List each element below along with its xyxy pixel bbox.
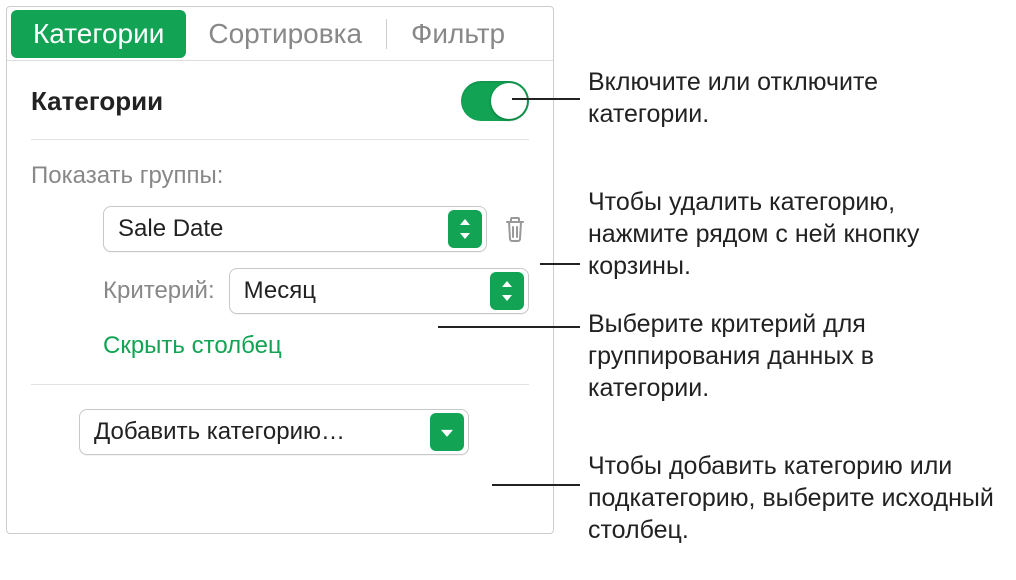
- criterion-label: Критерий:: [103, 277, 215, 305]
- group-select-row: Sale Date: [31, 206, 529, 252]
- criterion-value: Месяц: [244, 277, 316, 305]
- criterion-row: Критерий: Месяц: [103, 268, 529, 314]
- tab-categories[interactable]: Категории: [11, 10, 186, 58]
- callout-toggle: Включите или отключите категории.: [588, 66, 988, 130]
- group-field-value: Sale Date: [118, 215, 223, 243]
- tab-separator: [386, 19, 387, 49]
- categories-section: Категории Показать группы: Sale Date Кри…: [7, 61, 553, 384]
- divider: [31, 384, 529, 385]
- tabs: Категории Сортировка Фильтр: [7, 7, 553, 61]
- callout-line: [512, 98, 580, 100]
- toggle-knob: [491, 83, 527, 119]
- callout-add: Чтобы добавить категорию или подкатегори…: [588, 450, 1008, 546]
- categories-toggle[interactable]: [461, 81, 529, 121]
- callout-criterion: Выберите критерий для группирования данн…: [588, 308, 998, 404]
- section-header: Категории: [31, 81, 529, 140]
- inspector-panel: Категории Сортировка Фильтр Категории По…: [6, 6, 554, 534]
- stepper-icon: [490, 272, 524, 310]
- delete-category-button[interactable]: [501, 213, 529, 245]
- section-title: Категории: [31, 86, 163, 117]
- callout-delete: Чтобы удалить категорию, нажмите рядом с…: [588, 186, 998, 282]
- callout-line: [540, 263, 580, 265]
- trash-icon: [503, 215, 527, 243]
- tab-sort[interactable]: Сортировка: [186, 10, 384, 58]
- criterion-select[interactable]: Месяц: [229, 268, 529, 314]
- show-groups-label: Показать группы:: [31, 162, 529, 190]
- callout-line: [438, 326, 580, 328]
- add-category-label: Добавить категорию…: [94, 418, 345, 446]
- callout-line: [492, 484, 580, 486]
- chevron-down-icon: [430, 413, 464, 451]
- tab-filter[interactable]: Фильтр: [389, 10, 527, 58]
- hide-column-link[interactable]: Скрыть столбец: [103, 332, 529, 384]
- add-category-select[interactable]: Добавить категорию…: [79, 409, 469, 455]
- stepper-icon: [448, 210, 482, 248]
- group-field-select[interactable]: Sale Date: [103, 206, 487, 252]
